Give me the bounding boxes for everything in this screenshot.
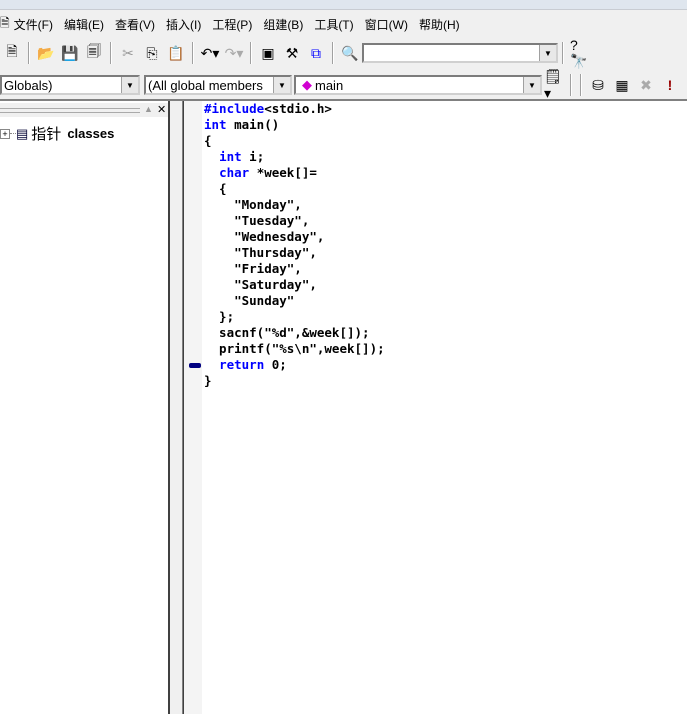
build-icon[interactable]: ▦ — [612, 75, 632, 95]
code-line: "Saturday", — [204, 277, 385, 293]
new-file-icon[interactable]: 🗎 — [2, 43, 22, 63]
code-token: printf("%s\n",week[]); — [204, 341, 385, 356]
menu-item[interactable]: 文件(F) — [14, 16, 53, 33]
code-token: 0; — [264, 357, 287, 372]
code-token: <stdio.h> — [264, 101, 332, 116]
save-icon[interactable]: 💾 — [60, 43, 80, 63]
find-combo[interactable]: ▼ — [362, 43, 558, 63]
code-line: "Sunday" — [204, 293, 385, 309]
code-line: "Friday", — [204, 261, 385, 277]
menu-item[interactable]: 工程(P) — [212, 16, 252, 33]
code-line: } — [204, 373, 385, 389]
execute-icon[interactable]: ! — [660, 75, 680, 95]
code-line: "Wednesday", — [204, 229, 385, 245]
code-token: }; — [204, 309, 235, 324]
menu-item[interactable]: 窗口(W) — [365, 16, 408, 33]
stop-build-icon[interactable]: ✖ — [636, 75, 656, 95]
menu-item[interactable]: 组建(B) — [263, 16, 303, 33]
code-token: } — [204, 373, 212, 388]
chevron-down-icon[interactable]: ▼ — [539, 45, 556, 61]
code-token: sacnf("%d",&week[]); — [204, 325, 370, 340]
code-token: "Monday", — [204, 197, 302, 212]
code-line: printf("%s\n",week[]); — [204, 341, 385, 357]
code-token: "Saturday", — [204, 277, 317, 292]
pane-splitter[interactable] — [170, 101, 183, 714]
expand-icon[interactable]: + — [0, 128, 10, 139]
keyword: return — [219, 357, 265, 372]
keyword: char — [219, 165, 250, 180]
chevron-down-icon[interactable]: ▼ — [121, 77, 138, 93]
editor-gutter — [184, 101, 202, 714]
workspace-pane: ▲ ✕ + ▤ 指针 classes — [0, 101, 170, 714]
wizard-action-icon[interactable]: 🗒▾ — [544, 68, 564, 101]
code-line: char *week[]= — [204, 165, 385, 181]
classes-icon: ▤ — [16, 125, 29, 141]
menu-item[interactable]: 编辑(E) — [64, 16, 104, 33]
code-token: { — [204, 181, 227, 196]
code-token: *week[]= — [249, 165, 317, 180]
class-combo[interactable]: Globals) ▼ — [0, 75, 140, 95]
code-editor[interactable]: #include<stdio.h> int main(){ int i; char… — [183, 101, 687, 714]
code-token: "Sunday" — [204, 293, 295, 308]
doc-icon: 🗎 — [0, 15, 10, 30]
code-token: "Thursday", — [204, 245, 317, 260]
keyword: #include — [204, 101, 265, 116]
redo-icon[interactable]: ↷▾ — [224, 43, 244, 63]
code-line: "Thursday", — [204, 245, 385, 261]
maximize-icon[interactable]: ▲ — [144, 104, 153, 114]
compile-icon[interactable]: ⛁ — [588, 75, 608, 95]
pane-header: ▲ ✕ — [0, 103, 168, 117]
function-icon: ◆ — [302, 77, 312, 92]
menu-item[interactable]: 插入(I) — [166, 16, 201, 33]
code-token: "Wednesday", — [204, 229, 325, 244]
paste-icon[interactable]: 📋 — [166, 43, 186, 63]
open-icon[interactable]: 📂 — [36, 43, 56, 63]
standard-toolbar: 🗎 📂 💾 🗐 ✂ ⎘ 📋 ↶▾ ↷▾ ▣ ⚒ ⧉ 🔍 ▼ ?🔭 — [0, 37, 592, 69]
close-icon[interactable]: ✕ — [157, 103, 166, 116]
title-bar — [0, 0, 687, 10]
code-line: "Tuesday", — [204, 213, 385, 229]
code-token: main() — [226, 117, 280, 132]
code-line: #include<stdio.h> — [204, 101, 385, 117]
workspace-icon[interactable]: ▣ — [258, 43, 278, 63]
menu-item[interactable]: 查看(V) — [115, 16, 155, 33]
code-line: { — [204, 181, 385, 197]
code-line: "Monday", — [204, 197, 385, 213]
keyword: int — [219, 149, 242, 164]
output-icon[interactable]: ⚒ — [282, 43, 302, 63]
chevron-down-icon[interactable]: ▼ — [273, 77, 290, 93]
code-line: int i; — [204, 149, 385, 165]
menu-item[interactable]: 帮助(H) — [419, 16, 460, 33]
code-line: sacnf("%d",&week[]); — [204, 325, 385, 341]
code-line: { — [204, 133, 385, 149]
wizardbar-toolbar: Globals) ▼ (All global members ▼ ◆ main ▼ 🗒▾… — [0, 68, 682, 101]
code-token: "Tuesday", — [204, 213, 310, 228]
copy-icon[interactable]: ⎘ — [142, 43, 162, 63]
code-token: { — [204, 133, 212, 148]
search-help-icon[interactable]: ?🔭 — [570, 37, 590, 69]
keyword: int — [204, 117, 227, 132]
members-combo[interactable]: (All global members ▼ — [144, 75, 292, 95]
save-all-icon[interactable]: 🗐 — [84, 43, 104, 63]
code-line: return 0; — [204, 357, 385, 373]
undo-icon[interactable]: ↶▾ — [200, 43, 220, 63]
code-text[interactable]: #include<stdio.h> int main(){ int i; char… — [204, 101, 385, 389]
function-combo[interactable]: ◆ main ▼ — [294, 75, 542, 95]
find-in-files-icon[interactable]: 🔍 — [340, 43, 360, 63]
code-line: }; — [204, 309, 385, 325]
cut-icon[interactable]: ✂ — [118, 43, 138, 63]
code-token: i; — [241, 149, 265, 164]
code-line: int main() — [204, 117, 385, 133]
current-line-marker-icon — [189, 362, 201, 368]
tree-item-classes[interactable]: + ▤ 指针 classes — [0, 123, 114, 144]
chevron-down-icon[interactable]: ▼ — [523, 77, 540, 93]
menu-item[interactable]: 工具(T) — [314, 16, 353, 33]
menu-bar: 🗎 文件(F) 编辑(E) 查看(V) 插入(I) 工程(P) 组建(B) 工具(T) 窗口(… — [0, 12, 471, 36]
window-list-icon[interactable]: ⧉ — [306, 43, 326, 63]
code-token: "Friday", — [204, 261, 302, 276]
